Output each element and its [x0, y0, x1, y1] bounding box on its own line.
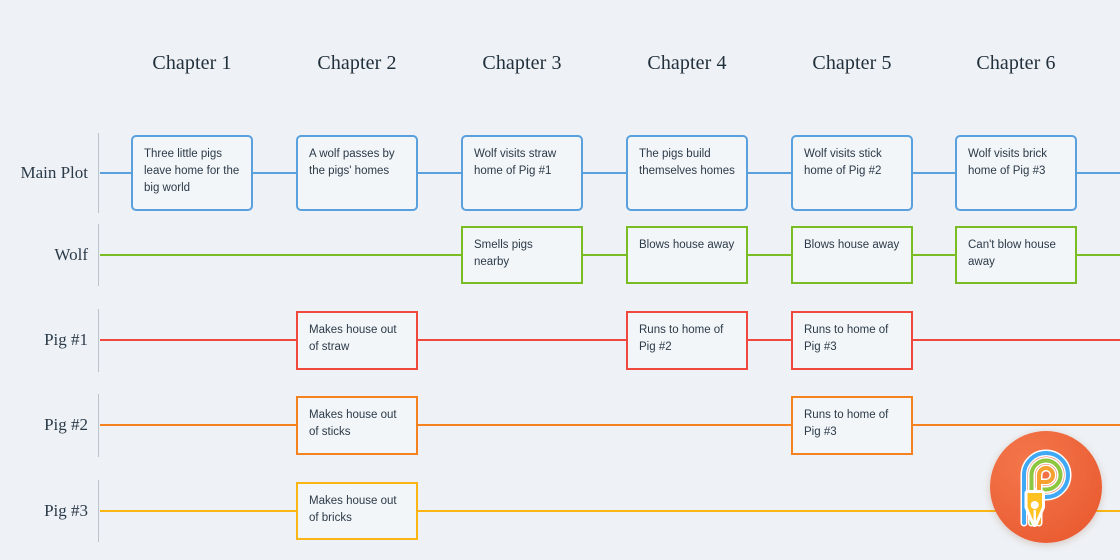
event-box[interactable]: Wolf visits brick home of Pig #3	[955, 135, 1077, 211]
track-divider-wolf	[98, 224, 99, 286]
column-header-ch6: Chapter 6	[976, 52, 1056, 74]
event-text: Smells pigs nearby	[474, 239, 533, 268]
event-text: Runs to home of Pig #3	[804, 409, 889, 438]
event-box[interactable]: Runs to home of Pig #2	[626, 311, 748, 370]
track-divider-pig-3	[98, 480, 99, 542]
event-box[interactable]: Makes house out of sticks	[296, 396, 418, 455]
event-text: The pigs build themselves homes	[639, 148, 735, 177]
event-text: Makes house out of bricks	[309, 495, 397, 524]
event-text: Makes house out of straw	[309, 324, 397, 353]
event-text: Blows house away	[639, 239, 735, 251]
event-text: Three little pigs leave home for the big…	[144, 148, 240, 194]
track-line-pig-1	[100, 339, 1120, 341]
event-text: Wolf visits brick home of Pig #3	[968, 148, 1048, 177]
event-box[interactable]: The pigs build themselves homes	[626, 135, 748, 211]
event-box[interactable]: Can't blow house away	[955, 226, 1077, 284]
column-header-ch5: Chapter 5	[812, 52, 892, 74]
event-box[interactable]: Runs to home of Pig #3	[791, 311, 913, 370]
track-divider-main-plot	[98, 133, 99, 213]
event-text: Wolf visits straw home of Pig #1	[474, 148, 557, 177]
column-header-ch2: Chapter 2	[317, 52, 397, 74]
event-text: Can't blow house away	[968, 239, 1056, 268]
track-divider-pig-1	[98, 309, 99, 372]
column-header-ch3: Chapter 3	[482, 52, 562, 74]
event-box[interactable]: Blows house away	[791, 226, 913, 284]
penpot-logo	[990, 431, 1102, 543]
event-box[interactable]: Wolf visits straw home of Pig #1	[461, 135, 583, 211]
track-label-pig-1: Pig #1	[44, 330, 88, 349]
event-box[interactable]: Runs to home of Pig #3	[791, 396, 913, 455]
event-text: Wolf visits stick home of Pig #2	[804, 148, 882, 177]
event-text: Makes house out of sticks	[309, 409, 397, 438]
column-header-ch1: Chapter 1	[152, 52, 232, 74]
event-box[interactable]: Makes house out of straw	[296, 311, 418, 370]
track-line-pig-3	[100, 510, 1120, 512]
column-header-ch4: Chapter 4	[647, 52, 727, 74]
track-label-pig-3: Pig #3	[44, 501, 88, 520]
track-label-wolf: Wolf	[54, 245, 88, 264]
track-divider-pig-2	[98, 394, 99, 457]
event-box[interactable]: A wolf passes by the pigs' homes	[296, 135, 418, 211]
timeline-diagram: Chapter 1 Chapter 2 Chapter 3 Chapter 4 Chap…	[0, 0, 1120, 560]
track-line-pig-2	[100, 424, 1120, 426]
event-box[interactable]: Wolf visits stick home of Pig #2	[791, 135, 913, 211]
event-box[interactable]: Makes house out of bricks	[296, 482, 418, 540]
event-text: Runs to home of Pig #3	[804, 324, 889, 353]
event-box[interactable]: Smells pigs nearby	[461, 226, 583, 284]
track-label-pig-2: Pig #2	[44, 415, 88, 434]
event-box[interactable]: Blows house away	[626, 226, 748, 284]
event-text: Blows house away	[804, 239, 900, 251]
event-text: A wolf passes by the pigs' homes	[309, 148, 395, 177]
event-box[interactable]: Three little pigs leave home for the big…	[131, 135, 253, 211]
track-label-main-plot: Main Plot	[20, 163, 88, 182]
event-text: Runs to home of Pig #2	[639, 324, 724, 353]
